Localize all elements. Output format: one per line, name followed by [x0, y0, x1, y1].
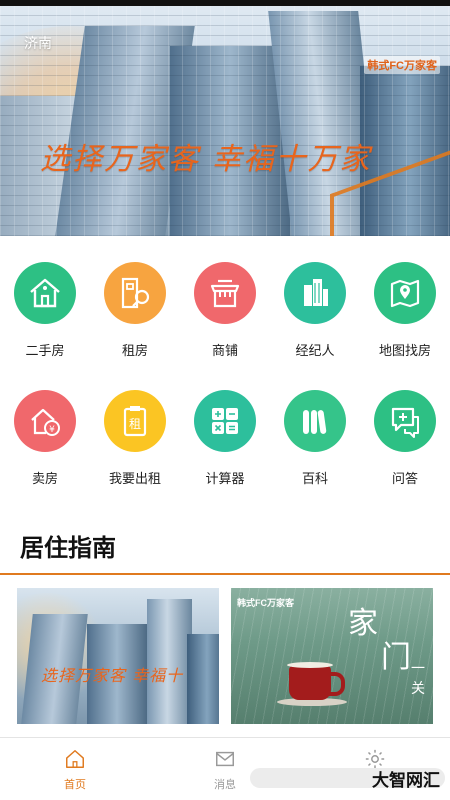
section-divider	[0, 573, 450, 575]
menu-label: 经纪人	[295, 344, 335, 359]
menu-shop[interactable]: 商铺	[193, 262, 257, 390]
shop-icon	[194, 262, 256, 324]
nav-label: 消息	[214, 778, 236, 791]
sell-house-icon: ¥	[14, 390, 76, 452]
nav-label: 首页	[64, 778, 86, 791]
menu-label: 租房	[121, 344, 148, 359]
menu-label: 卖房	[31, 472, 58, 487]
menu-agent[interactable]: 经纪人	[283, 262, 347, 390]
section-title: 居住指南	[20, 534, 116, 562]
books-icon	[284, 390, 346, 452]
menu-map-search[interactable]: 地图找房	[373, 262, 437, 390]
menu-sell-house[interactable]: ¥ 卖房	[13, 390, 77, 518]
building-agent-icon	[284, 262, 346, 324]
menu-encyclopedia[interactable]: 百科	[283, 390, 347, 518]
menu-qa[interactable]: 问答	[373, 390, 437, 518]
menu-label: 问答	[391, 472, 418, 487]
menu-second-hand-house[interactable]: 二手房	[13, 262, 77, 390]
service-row-1: 二手房 租房 商铺 经纪人 地图找房	[0, 262, 450, 390]
card-calligraphy: 门	[381, 640, 411, 675]
calculator-icon	[194, 390, 256, 452]
menu-label: 二手房	[25, 344, 65, 359]
card-calligraphy: 家	[348, 606, 378, 641]
menu-rent-house[interactable]: 租房	[103, 262, 167, 390]
brand-logo: 韩式FC万家客	[364, 56, 440, 74]
watermark-text: 大智网汇	[372, 771, 440, 791]
svg-text:¥: ¥	[49, 425, 55, 435]
card-calligraphy: 一关	[411, 661, 425, 697]
menu-label: 百科	[301, 472, 328, 487]
coffee-cup	[287, 662, 345, 700]
menu-calculator[interactable]: 计算器	[193, 390, 257, 518]
nav-home[interactable]: 首页	[0, 738, 150, 800]
rent-char: 租	[129, 417, 141, 431]
card-slogan: 选择万家客 幸福十	[41, 666, 184, 685]
service-grid: 二手房 租房 商铺 经纪人 地图找房 ¥ 卖房 租 我要出租 计算器 百科 问答	[0, 262, 450, 518]
map-pin-icon	[374, 262, 436, 324]
guide-card[interactable]: 韩式FC万家客 家 门 一关	[231, 588, 433, 724]
service-row-2: ¥ 卖房 租 我要出租 计算器 百科 问答	[0, 390, 450, 518]
menu-label: 地图找房	[378, 344, 431, 359]
house-icon	[14, 262, 76, 324]
rent-key-icon	[104, 262, 166, 324]
rent-clipboard-icon: 租	[104, 390, 166, 452]
menu-post-rental[interactable]: 租 我要出租	[103, 390, 167, 518]
guide-card[interactable]: 选择万家客 幸福十	[17, 588, 219, 724]
menu-label: 商铺	[211, 344, 238, 359]
hero-banner[interactable]: 济南 韩式FC万家客 选择万家客 幸福十万家	[0, 6, 450, 236]
home-icon	[66, 750, 84, 768]
qa-chat-icon	[374, 390, 436, 452]
city-selector[interactable]: 济南	[24, 33, 52, 53]
menu-label: 计算器	[205, 472, 245, 487]
menu-label: 我要出租	[108, 472, 161, 487]
envelope-icon	[216, 751, 234, 767]
card-building	[187, 634, 219, 724]
card-brand-logo: 韩式FC万家客	[237, 598, 294, 608]
banner-slogan: 选择万家客 幸福十万家	[40, 142, 372, 177]
